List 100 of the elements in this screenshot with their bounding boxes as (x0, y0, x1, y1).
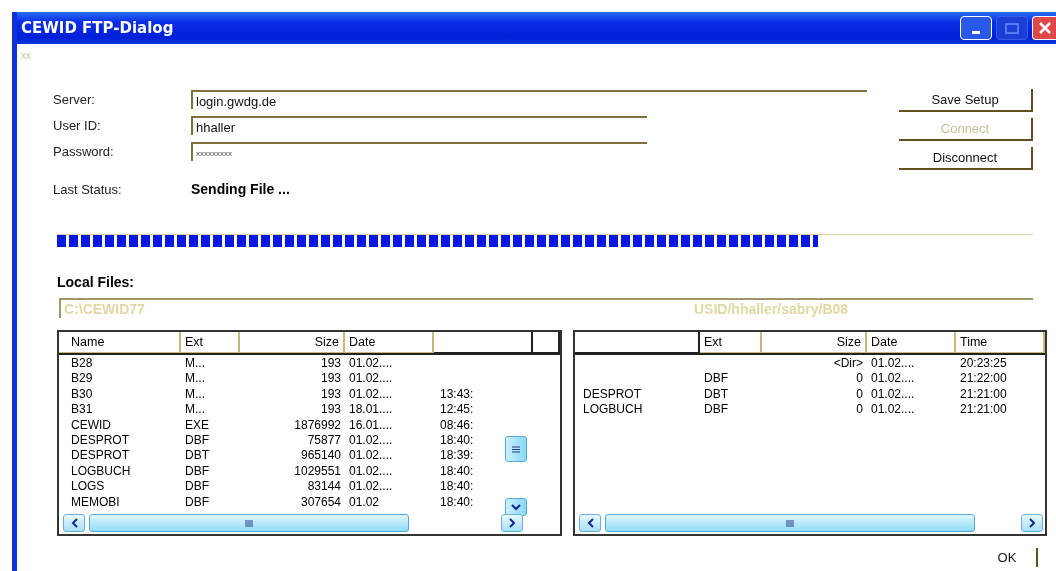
table-cell: B31 (71, 402, 93, 417)
grip-icon (512, 445, 520, 453)
table-cell: 18:40: (440, 463, 474, 478)
table-cell: DESPROT (71, 448, 129, 463)
column-header[interactable]: Date (867, 332, 956, 353)
table-cell: 13:43: (440, 386, 474, 401)
minimize-icon (972, 31, 980, 34)
table-cell: 18:39: (440, 448, 474, 463)
status-label: Last Status: (52, 181, 123, 197)
table-cell: 01.02.... (871, 402, 915, 417)
field-label: User ID: (52, 117, 102, 133)
table-cell: 193 (320, 356, 341, 370)
table-cell: 18:40: (440, 494, 474, 509)
table-cell: 01.02.... (871, 356, 915, 370)
table-cell: 1876992 (294, 417, 341, 432)
scroll-right-button[interactable] (1021, 514, 1043, 532)
column-header[interactable]: Ext (181, 332, 240, 353)
table-cell: 0 (856, 371, 863, 386)
field-label: Password: (52, 143, 115, 159)
chevron-left-icon (586, 518, 594, 528)
scroll-down-button[interactable] (505, 498, 527, 516)
table-cell: 18:40: (440, 479, 474, 494)
table-cell: 01.02.... (349, 356, 393, 370)
table-cell: 83144 (307, 479, 341, 494)
table-cell: 193 (320, 386, 341, 401)
chevron-left-icon (70, 518, 78, 528)
table-cell: CEWID (71, 417, 111, 432)
table-cell: 01.02.... (349, 386, 393, 401)
grip-icon (245, 519, 253, 527)
status-text: Sending File ... (191, 181, 290, 197)
table-cell: 307654 (300, 494, 341, 509)
table-cell: M... (185, 356, 205, 370)
input-field[interactable]: xxxxxxxxx (191, 141, 647, 161)
table-cell: EXE (185, 417, 209, 432)
scrollbar-thumb[interactable] (505, 436, 527, 462)
table-cell: 01.02.... (349, 432, 393, 447)
column-header[interactable]: Size (762, 332, 867, 353)
table-cell: DBF (704, 402, 728, 417)
table-cell: 16.01.... (349, 417, 393, 432)
table-cell: 01.02 (349, 494, 380, 509)
table-cell: 01.02.... (349, 448, 393, 463)
table-cell: 01.02.... (349, 371, 393, 386)
table-cell: 193 (320, 371, 341, 386)
table-cell: B28 (71, 356, 93, 370)
table-cell: 1029551 (294, 463, 341, 478)
scrollbar-thumb[interactable] (89, 514, 409, 532)
table-cell: 20:23:25 (960, 356, 1007, 370)
dialog-button[interactable]: Save Setup (899, 89, 1033, 112)
chevron-right-icon (1028, 518, 1036, 528)
table-cell: DESPROT (583, 386, 641, 401)
table-cell: 08:46: (440, 417, 474, 432)
column-header[interactable] (533, 332, 560, 353)
table-cell: DBF (185, 463, 209, 478)
table-cell: 75877 (307, 432, 341, 447)
table-cell: B30 (71, 386, 93, 401)
table-cell: 965140 (300, 448, 341, 463)
table-cell: 21:22:00 (960, 371, 1007, 386)
table-cell: DBF (185, 494, 209, 509)
input-field[interactable]: login.gwdg.de (191, 89, 867, 109)
table-cell: 01.02.... (349, 463, 393, 478)
window-title: CEWID FTP-Dialog (21, 19, 174, 37)
table-cell: 01.02.... (871, 371, 915, 386)
subtitle-text: xx (21, 50, 32, 62)
table-cell: 18.01.... (349, 402, 393, 417)
scrollbar-thumb[interactable] (605, 514, 975, 532)
close-button[interactable] (1032, 16, 1056, 40)
table-cell: DBF (185, 432, 209, 447)
table-cell: 18:40: (440, 432, 474, 447)
table-cell: 01.02.... (871, 386, 915, 401)
column-header[interactable] (434, 332, 533, 353)
column-header[interactable]: Date (345, 332, 434, 353)
input-field[interactable]: hhaller (191, 115, 647, 135)
table-cell: B29 (71, 371, 93, 386)
close-icon (1037, 21, 1052, 35)
maximize-icon (1005, 22, 1019, 34)
column-header[interactable]: Time (956, 332, 1045, 353)
table-cell: 0 (856, 402, 863, 417)
scroll-left-button[interactable] (579, 514, 601, 532)
scroll-right-button[interactable] (501, 514, 523, 532)
table-cell: <Dir> (833, 356, 863, 370)
table-cell: 0 (856, 386, 863, 401)
table-cell: M... (185, 371, 205, 386)
column-header[interactable]: Size (240, 332, 345, 353)
table-cell: 21:21:00 (960, 402, 1007, 417)
table-cell: DBT (704, 386, 728, 401)
minimize-button[interactable] (960, 16, 992, 40)
table-cell: M... (185, 402, 205, 417)
table-cell: LOGBUCH (71, 463, 131, 478)
table-cell: DESPROT (71, 432, 129, 447)
dialog-button[interactable]: Disconnect (899, 147, 1033, 170)
chevron-right-icon (508, 518, 516, 528)
chevron-down-icon (511, 503, 521, 511)
grip-icon (786, 519, 794, 527)
table-cell: M... (185, 386, 205, 401)
scroll-left-button[interactable] (63, 514, 85, 532)
column-header[interactable] (575, 332, 700, 353)
table-cell: DBT (185, 448, 209, 463)
column-header[interactable]: Name (59, 332, 181, 353)
section-label: Local Files: (57, 274, 136, 292)
column-header[interactable]: Ext (700, 332, 762, 353)
